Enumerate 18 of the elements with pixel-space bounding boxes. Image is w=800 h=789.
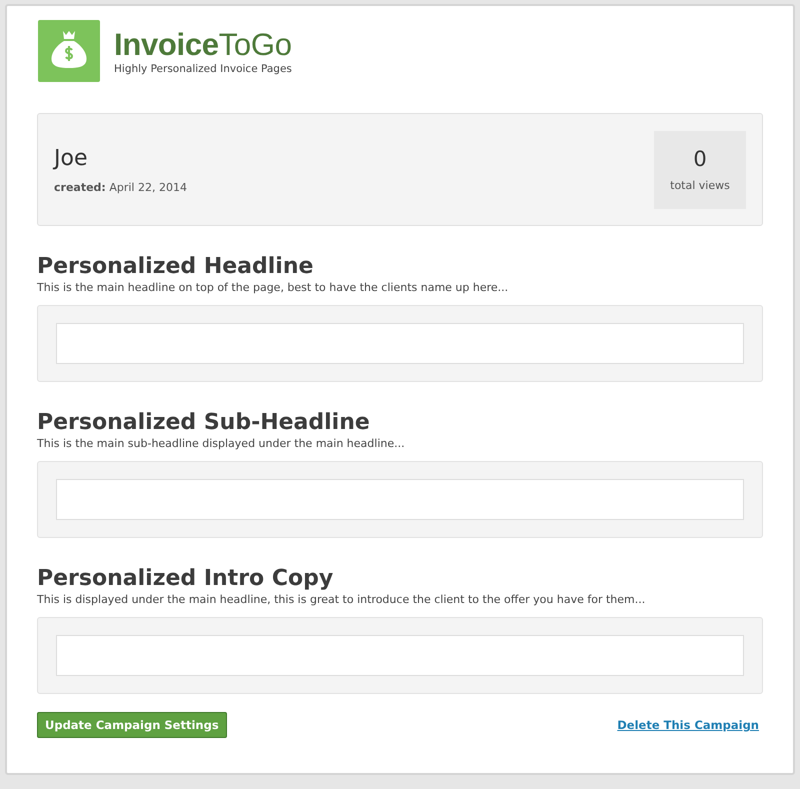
section-description: This is the main headline on top of the page, best to have the clients name up here... <box>37 281 510 295</box>
update-settings-button[interactable]: Update Campaign Settings <box>37 712 227 738</box>
text-input-field[interactable] <box>56 323 744 364</box>
section-title: Personalized Headline <box>37 253 314 281</box>
section-title: Personalized Sub-Headline <box>37 409 371 437</box>
text-input-field[interactable] <box>56 635 744 676</box>
section-title: Personalized Intro Copy <box>37 565 334 593</box>
campaign-name: Joe <box>54 146 88 170</box>
brand-name: InvoiceToGo <box>114 28 292 62</box>
views-count: 0 <box>693 147 707 171</box>
money-bag-logo-icon <box>38 20 100 82</box>
views-label: total views <box>670 179 730 192</box>
text-input-field[interactable] <box>56 479 744 520</box>
brand-tagline: Highly Personalized Invoice Pages <box>114 62 292 74</box>
section-description: This is the main sub-headline displayed under the main headline... <box>37 437 406 451</box>
section-description: This is displayed under the main headline, this is great to introduce the client to the offer you have for them... <box>37 593 646 607</box>
delete-campaign-link[interactable]: Delete This Campaign <box>617 718 759 732</box>
created-date: created: April 22, 2014 <box>54 180 187 194</box>
